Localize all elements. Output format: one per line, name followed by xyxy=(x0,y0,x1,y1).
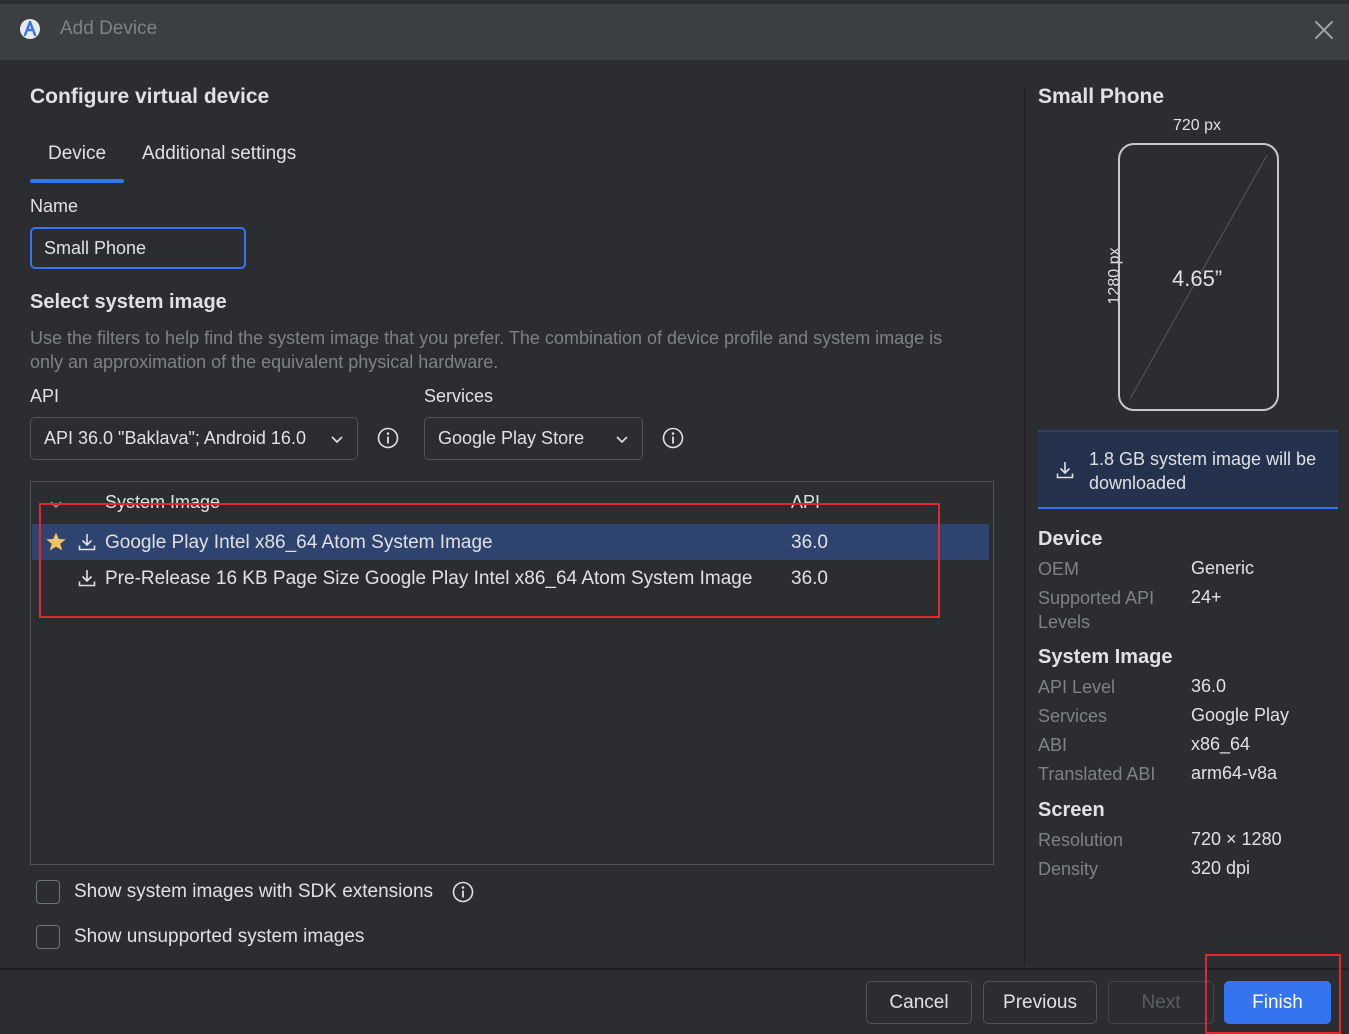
system-image-name: Pre-Release 16 KB Page Size Google Play … xyxy=(105,568,753,589)
column-header-system-image[interactable]: System Image xyxy=(105,492,220,513)
name-label: Name xyxy=(30,196,79,216)
prop-value-density: 320 dpi xyxy=(1191,858,1251,878)
prop-label-api-level: API Level xyxy=(1038,677,1116,697)
screen-section-title: Screen xyxy=(1038,799,1105,821)
active-tab-indicator xyxy=(30,179,124,183)
download-icon xyxy=(78,534,96,551)
tab-additional-settings[interactable]: Additional settings xyxy=(142,143,296,165)
prop-value-services: Google Play xyxy=(1191,705,1290,725)
finish-button[interactable]: Finish xyxy=(1224,981,1331,1024)
chevron-down-icon xyxy=(616,435,628,443)
prop-value-api-level: 36.0 xyxy=(1191,676,1227,696)
preview-diagonal: 4.65” xyxy=(1172,266,1223,291)
sdk-extensions-checkbox[interactable] xyxy=(36,880,60,904)
device-section-title: Device xyxy=(1038,528,1103,550)
column-header-api[interactable]: API xyxy=(791,492,820,513)
close-icon[interactable] xyxy=(1312,18,1336,42)
download-notice: 1.8 GB system image will be downloaded xyxy=(1038,430,1338,509)
previous-button[interactable]: Previous xyxy=(983,981,1097,1024)
download-notice-text: 1.8 GB system image will be downloaded xyxy=(1089,449,1317,493)
api-dropdown[interactable]: API 36.0 "Baklava"; Android 16.0 xyxy=(30,417,358,460)
title-bar: Add Device xyxy=(0,0,1349,60)
prop-value-api-levels: 24+ xyxy=(1191,587,1222,607)
system-image-api: 36.0 xyxy=(791,568,828,589)
unsupported-images-checkbox[interactable] xyxy=(36,925,60,949)
table-row[interactable]: Google Play Intel x86_64 Atom System Ima… xyxy=(32,524,989,560)
next-button[interactable]: Next xyxy=(1108,981,1214,1024)
prop-label-oem: OEM xyxy=(1038,559,1080,579)
star-icon xyxy=(46,532,66,551)
prop-value-oem: Generic xyxy=(1191,558,1255,578)
prop-label-api-levels: Supported API Levels xyxy=(1038,588,1155,632)
download-icon xyxy=(1056,462,1074,479)
table-row[interactable]: Pre-Release 16 KB Page Size Google Play … xyxy=(32,560,989,596)
system-image-section-title: System Image xyxy=(1038,646,1173,668)
prop-label-services: Services xyxy=(1038,706,1108,726)
services-label: Services xyxy=(424,386,494,406)
preview-width: 720 px xyxy=(1173,117,1222,134)
system-image-hint: Use the filters to help find the system … xyxy=(30,328,943,372)
prop-value-translated-abi: arm64-v8a xyxy=(1191,763,1278,783)
prop-label-density: Density xyxy=(1038,859,1099,879)
sdk-extensions-label[interactable]: Show system images with SDK extensions xyxy=(74,881,433,903)
services-dropdown-value: Google Play Store xyxy=(438,428,585,448)
page-title: Configure virtual device xyxy=(30,85,270,108)
system-image-name: Google Play Intel x86_64 Atom System Ima… xyxy=(105,532,493,553)
chevron-down-icon xyxy=(331,435,343,443)
device-name-input[interactable] xyxy=(30,227,246,269)
cancel-button[interactable]: Cancel xyxy=(866,981,972,1024)
prop-label-translated-abi: Translated ABI xyxy=(1038,764,1156,784)
services-info-icon[interactable] xyxy=(662,427,684,449)
prop-value-resolution: 720 × 1280 xyxy=(1191,829,1282,849)
services-dropdown[interactable]: Google Play Store xyxy=(424,417,643,460)
system-image-api: 36.0 xyxy=(791,532,828,553)
download-icon xyxy=(78,570,96,587)
select-system-image-heading: Select system image xyxy=(30,291,227,313)
api-dropdown-value: API 36.0 "Baklava"; Android 16.0 xyxy=(44,428,306,448)
tab-device[interactable]: Device xyxy=(48,143,106,165)
device-name-heading: Small Phone xyxy=(1038,85,1165,108)
sort-chevron-icon[interactable] xyxy=(49,500,63,510)
unsupported-images-label[interactable]: Show unsupported system images xyxy=(74,926,364,948)
android-studio-icon xyxy=(20,19,40,39)
api-label: API xyxy=(30,386,60,406)
api-info-icon[interactable] xyxy=(377,427,399,449)
system-image-table[interactable]: System Image API Google Play Intel x86_6… xyxy=(30,481,994,865)
sdk-extensions-info-icon[interactable] xyxy=(452,881,474,903)
title-bar-edge xyxy=(0,0,1349,4)
window-title: Add Device xyxy=(60,18,158,39)
prop-label-resolution: Resolution xyxy=(1038,830,1124,850)
pane-divider xyxy=(1024,86,1025,966)
prop-label-abi: ABI xyxy=(1038,735,1068,755)
prop-value-abi: x86_64 xyxy=(1191,734,1251,754)
